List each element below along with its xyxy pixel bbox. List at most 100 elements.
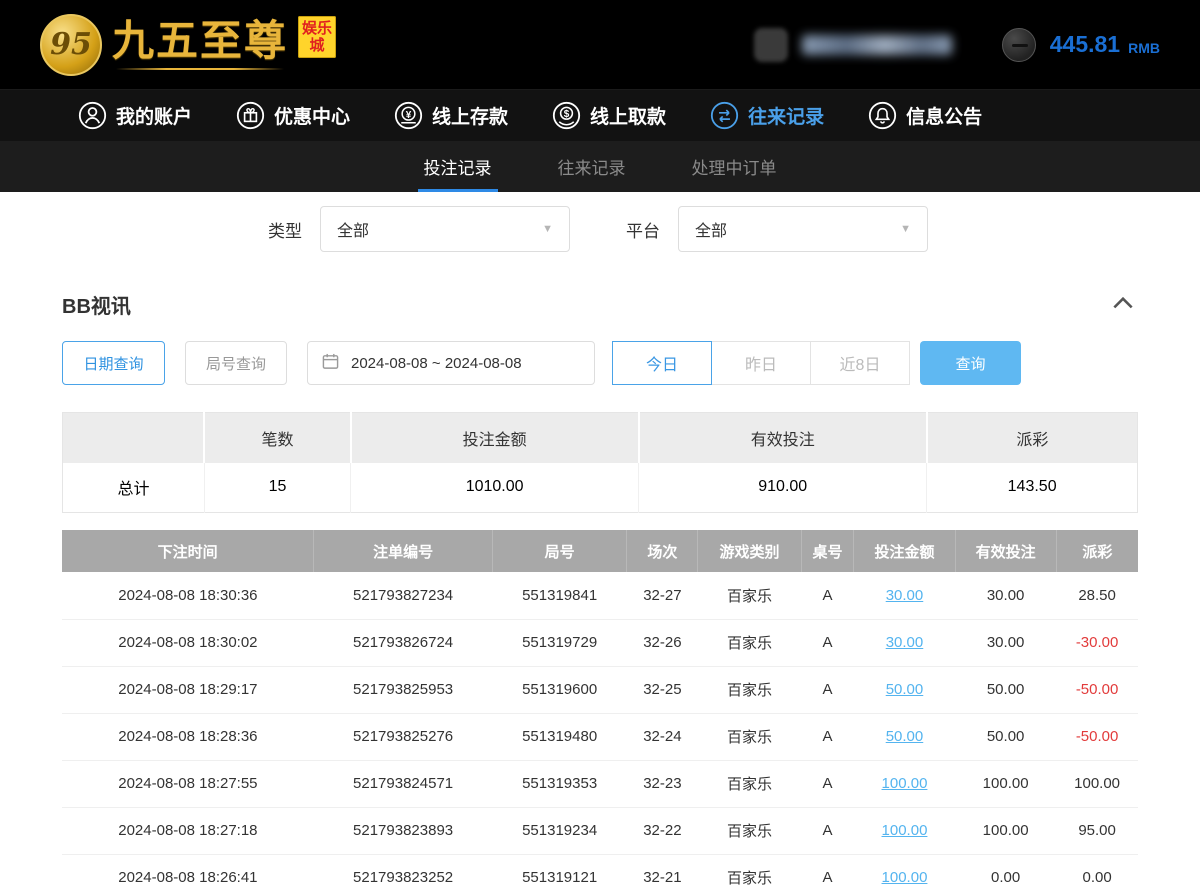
cell-valid: 30.00: [955, 572, 1056, 619]
type-filter-group: 类型 全部 ▼: [268, 206, 570, 252]
platform-filter-group: 平台 全部 ▼: [626, 206, 928, 252]
cell-time: 2024-08-08 18:27:18: [62, 807, 314, 854]
bet-amount-link[interactable]: 50.00: [886, 728, 924, 745]
cell-session: 32-24: [627, 713, 698, 760]
cell-round-id: 551319353: [492, 760, 627, 807]
cell-valid: 30.00: [955, 619, 1056, 666]
yesterday-button[interactable]: 昨日: [711, 341, 811, 385]
today-button[interactable]: 今日: [612, 341, 712, 385]
wallet-coin-icon: [1002, 28, 1036, 62]
cell-time: 2024-08-08 18:30:36: [62, 572, 314, 619]
logo[interactable]: 95 九五至尊 娱乐城: [40, 14, 336, 76]
user-avatar[interactable]: [754, 28, 788, 62]
deposit-coin-icon: ¥: [394, 101, 423, 130]
cell-time: 2024-08-08 18:27:55: [62, 760, 314, 807]
tab-pending-orders[interactable]: 处理中订单: [686, 141, 783, 192]
bet-amount-link[interactable]: 50.00: [886, 681, 924, 698]
type-dropdown-value: 全部: [337, 217, 369, 241]
bet-amount-link[interactable]: 30.00: [886, 634, 924, 651]
cell-session: 32-23: [627, 760, 698, 807]
search-button[interactable]: 查询: [920, 341, 1021, 385]
table-row: 2024-08-08 18:28:36521793825276551319480…: [62, 713, 1138, 760]
username-redacted: [802, 35, 952, 55]
cell-table-no: A: [801, 572, 854, 619]
nav-item-my-account[interactable]: 我的账户: [78, 101, 192, 130]
date-range-input[interactable]: 2024-08-08 ~ 2024-08-08: [307, 341, 595, 385]
table-row: 2024-08-08 18:27:18521793823893551319234…: [62, 807, 1138, 854]
summary-total-label: 总计: [63, 463, 205, 513]
section-header: BB视讯: [62, 290, 1138, 319]
summary-header-count: 笔数: [204, 413, 350, 463]
nav-label: 线上取款: [590, 102, 666, 129]
last-8-days-button[interactable]: 近8日: [810, 341, 910, 385]
nav-label: 信息公告: [906, 102, 982, 129]
cell-bet: 100.00: [854, 807, 955, 854]
cell-valid: 100.00: [955, 807, 1056, 854]
date-query-button[interactable]: 日期查询: [62, 341, 165, 385]
nav-item-withdraw[interactable]: $ 线上取款: [552, 101, 666, 130]
date-range-value: 2024-08-08 ~ 2024-08-08: [351, 355, 522, 372]
cell-payout: -50.00: [1056, 666, 1138, 713]
summary-total-count: 15: [204, 463, 350, 513]
balance-currency: RMB: [1128, 34, 1160, 56]
header-round-id: 局号: [492, 530, 627, 572]
cell-valid: 50.00: [955, 713, 1056, 760]
summary-total-valid-bet: 910.00: [639, 463, 927, 513]
calendar-icon: [322, 353, 339, 374]
cell-session: 32-21: [627, 854, 698, 893]
logo-badge: 娱乐城: [298, 16, 336, 59]
platform-dropdown[interactable]: 全部 ▼: [678, 206, 928, 252]
cell-order-id: 521793825276: [314, 713, 493, 760]
type-label: 类型: [268, 217, 302, 242]
header-valid-bet: 有效投注: [955, 530, 1056, 572]
records-icon: [710, 101, 739, 130]
cell-table-no: A: [801, 666, 854, 713]
logo-emblem-icon: 95: [40, 14, 102, 76]
section-title: BB视讯: [62, 290, 131, 319]
content: 类型 全部 ▼ 平台 全部 ▼ BB视讯 日期查询 局号查询 2024-08-0…: [0, 192, 1200, 893]
balance-amount: 445.81: [1050, 31, 1120, 58]
nav-item-announcements[interactable]: 信息公告: [868, 101, 982, 130]
header-game-type: 游戏类别: [698, 530, 801, 572]
cell-payout: 0.00: [1056, 854, 1138, 893]
bet-amount-link[interactable]: 100.00: [882, 775, 928, 792]
collapse-chevron-up-icon[interactable]: [1108, 292, 1138, 318]
cell-bet: 50.00: [854, 713, 955, 760]
tab-transaction-records[interactable]: 往来记录: [552, 141, 632, 192]
summary-header-bet-amount: 投注金额: [351, 413, 639, 463]
cell-game: 百家乐: [698, 619, 801, 666]
cell-bet: 30.00: [854, 572, 955, 619]
table-row: 2024-08-08 18:27:55521793824571551319353…: [62, 760, 1138, 807]
header-session: 场次: [627, 530, 698, 572]
nav-item-promotions[interactable]: 优惠中心: [236, 101, 350, 130]
bet-amount-link[interactable]: 100.00: [882, 869, 928, 886]
bet-amount-link[interactable]: 100.00: [882, 822, 928, 839]
type-dropdown[interactable]: 全部 ▼: [320, 206, 570, 252]
cell-time: 2024-08-08 18:26:41: [62, 854, 314, 893]
nav-label: 线上存款: [432, 102, 508, 129]
main-nav: 我的账户 优惠中心 ¥ 线上存款 $ 线上取款 往来记录 信息公告: [0, 90, 1200, 141]
cell-game: 百家乐: [698, 713, 801, 760]
cell-bet: 50.00: [854, 666, 955, 713]
cell-table-no: A: [801, 760, 854, 807]
top-header: 95 九五至尊 娱乐城 445.81 RMB: [0, 0, 1200, 90]
cell-table-no: A: [801, 619, 854, 666]
header-bet-time: 下注时间: [62, 530, 314, 572]
tab-bet-records[interactable]: 投注记录: [418, 141, 498, 192]
user-icon: [78, 101, 107, 130]
summary-header-row: 笔数 投注金额 有效投注 派彩: [63, 413, 1138, 463]
query-toolbar: 日期查询 局号查询 2024-08-08 ~ 2024-08-08 今日 昨日 …: [62, 341, 1138, 385]
round-query-button[interactable]: 局号查询: [185, 341, 287, 385]
cell-order-id: 521793823252: [314, 854, 493, 893]
cell-payout: 95.00: [1056, 807, 1138, 854]
header-table-no: 桌号: [801, 530, 854, 572]
cell-order-id: 521793824571: [314, 760, 493, 807]
summary-header-valid-bet: 有效投注: [639, 413, 927, 463]
bet-amount-link[interactable]: 30.00: [886, 587, 924, 604]
nav-item-records[interactable]: 往来记录: [710, 101, 824, 130]
cell-order-id: 521793827234: [314, 572, 493, 619]
nav-item-deposit[interactable]: ¥ 线上存款: [394, 101, 508, 130]
cell-payout: 100.00: [1056, 760, 1138, 807]
cell-time: 2024-08-08 18:30:02: [62, 619, 314, 666]
bet-table-header-row: 下注时间 注单编号 局号 场次 游戏类别 桌号 投注金额 有效投注 派彩: [62, 530, 1138, 572]
